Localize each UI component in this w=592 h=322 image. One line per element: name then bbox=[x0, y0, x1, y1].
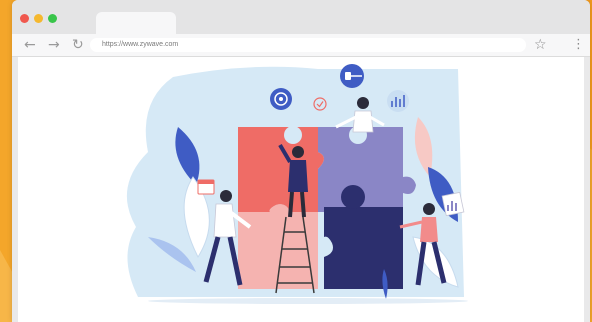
target-icon bbox=[270, 88, 292, 110]
address-bar[interactable]: https://www.zywave.com bbox=[90, 38, 526, 52]
back-arrow-icon[interactable]: ← bbox=[24, 35, 36, 55]
browser-window: ← → ↻ https://www.zywave.com ☆ ⋮ bbox=[12, 0, 590, 322]
window-minimize-button[interactable] bbox=[34, 14, 43, 23]
key-icon bbox=[340, 64, 364, 88]
browser-tab[interactable] bbox=[96, 12, 176, 34]
star-icon[interactable]: ☆ bbox=[534, 34, 547, 56]
puzzle-piece-navy bbox=[324, 207, 403, 289]
title-bar bbox=[12, 0, 590, 34]
page-viewport bbox=[18, 57, 584, 322]
ground-shadow bbox=[148, 298, 468, 304]
calendar-icon bbox=[197, 179, 215, 195]
reload-icon[interactable]: ↻ bbox=[72, 35, 84, 55]
kebab-menu-icon[interactable]: ⋮ bbox=[572, 34, 585, 56]
browser-toolbar: ← → ↻ https://www.zywave.com ☆ ⋮ bbox=[12, 34, 590, 57]
window-close-button[interactable] bbox=[20, 14, 29, 23]
puzzle-piece-lavender bbox=[318, 127, 416, 212]
address-bar-url: https://www.zywave.com bbox=[102, 41, 179, 48]
window-maximize-button[interactable] bbox=[48, 14, 57, 23]
growth-chart-icon bbox=[387, 90, 409, 112]
forward-arrow-icon[interactable]: → bbox=[48, 35, 60, 55]
puzzle-piece-red bbox=[238, 127, 324, 212]
team-puzzle-illustration bbox=[126, 64, 468, 304]
bar-chart-icon bbox=[441, 191, 465, 217]
